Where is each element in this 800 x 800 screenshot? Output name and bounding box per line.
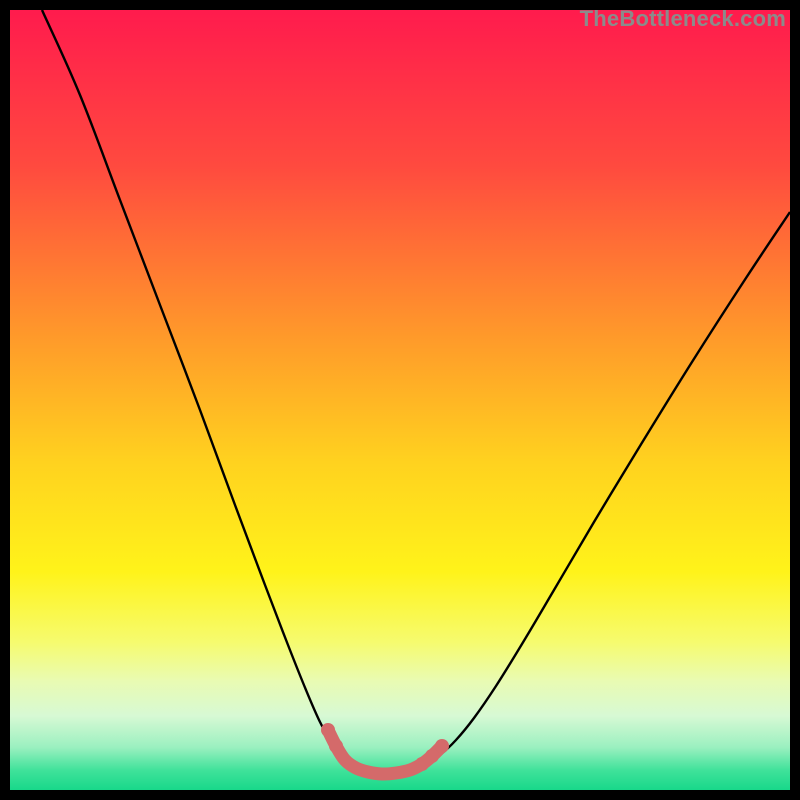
flat-bottom-highlight-dot bbox=[425, 749, 439, 763]
bottleneck-chart bbox=[0, 0, 800, 800]
flat-bottom-highlight-dot bbox=[329, 739, 343, 753]
watermark-text: TheBottleneck.com bbox=[580, 6, 786, 32]
chart-container: TheBottleneck.com bbox=[0, 0, 800, 800]
flat-bottom-highlight-dot bbox=[435, 739, 449, 753]
plot-background bbox=[10, 10, 790, 790]
flat-bottom-highlight-dot bbox=[321, 723, 335, 737]
